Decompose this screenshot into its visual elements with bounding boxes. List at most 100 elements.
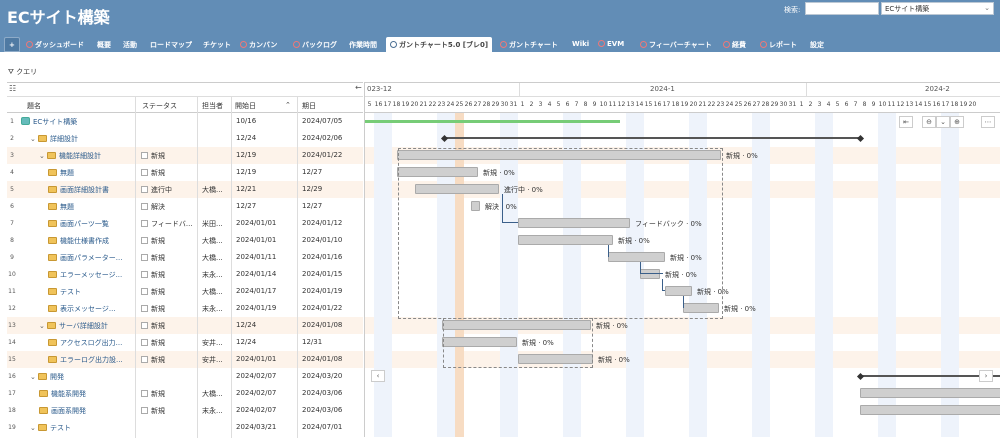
table-row[interactable]: 16 ⌄ 開発 2024/02/07 2024/03/20 (7, 368, 363, 385)
chevron-down-icon[interactable]: ⌄ (39, 322, 47, 330)
row-subject[interactable]: 無題 (48, 168, 131, 178)
tab-report[interactable]: レポート (756, 37, 801, 52)
zoom-out-icon[interactable]: ⊖ (922, 116, 936, 128)
row-subject[interactable]: ⌄ サーバ詳細設計 (39, 321, 131, 331)
tab-dashboard[interactable]: ダッシュボード (22, 37, 88, 52)
row-assignee[interactable]: 大橋... (202, 389, 230, 399)
row-subject[interactable]: エラーメッセージ... (48, 270, 131, 280)
day-label: 19 (401, 101, 410, 108)
row-subject[interactable]: 画面パラメーター... (48, 253, 131, 263)
tab-time-entries[interactable]: 作業時間 (345, 37, 381, 52)
table-row[interactable]: 2 ⌄ 詳細設計 12/24 2024/02/06 (7, 130, 363, 147)
table-row[interactable]: 7 画面パーツ一覧 フィードバ... 米田... 2024/01/01 2024/01/1… (7, 215, 363, 232)
table-row[interactable]: 4 無題 新規 12/19 12/27 (7, 164, 363, 181)
table-row[interactable]: 6 無題 解決 12/27 12/27 (7, 198, 363, 215)
row-assignee[interactable]: 安井... (202, 355, 230, 365)
tab-overview[interactable]: 概要 (93, 37, 115, 52)
row-subject[interactable]: ⌄ 機能詳細設計 (39, 151, 131, 161)
collapse-icon[interactable]: ⇤ (899, 116, 913, 128)
row-subject[interactable]: アクセスログ出力... (48, 338, 131, 348)
row-subject[interactable]: 無題 (48, 202, 131, 212)
row-subject[interactable]: ⌄ 詳細設計 (30, 134, 131, 144)
row-subject[interactable]: テスト (48, 287, 131, 297)
query-toggle[interactable]: ⛛ クエリ (8, 67, 37, 77)
task-bar[interactable] (860, 405, 1000, 415)
row-assignee[interactable]: 大橋... (202, 236, 230, 246)
tab-wiki[interactable]: Wiki (568, 37, 593, 52)
table-row[interactable]: 18 画面系開発 新規 末永... 2024/02/07 2024/03/06 (7, 402, 363, 419)
column-divider (231, 97, 232, 113)
day-label: 23 (716, 101, 725, 108)
row-subject[interactable]: ⌄ テスト (30, 423, 131, 433)
plugin-icon (500, 41, 507, 48)
row-assignee[interactable]: 末永... (202, 304, 230, 314)
row-subject[interactable]: 機能仕様書作成 (48, 236, 131, 246)
tab-backlog[interactable]: バックログ (289, 37, 341, 52)
table-row[interactable]: 8 機能仕様書作成 新規 大橋... 2024/01/01 2024/01/10 (7, 232, 363, 249)
row-subject[interactable]: 画面系開発 (39, 406, 131, 416)
tab-kanban[interactable]: カンバン (236, 37, 281, 52)
table-row[interactable]: 15 エラーログ出力設... 新規 安井... 2024/01/01 2024/01/08 (7, 351, 363, 368)
day-label: 14 (635, 101, 644, 108)
chevron-down-icon[interactable]: ⌄ (30, 424, 38, 432)
chevron-down-icon[interactable]: ⌄ (936, 116, 950, 128)
day-label: 30 (500, 101, 509, 108)
header-status[interactable]: ステータス (142, 101, 177, 111)
row-subject[interactable]: 画面詳細設計書 (48, 185, 131, 195)
tab-fever-chart[interactable]: フィーバーチャート (636, 37, 716, 52)
row-subject[interactable]: エラーログ出力設... (48, 355, 131, 365)
header-subject[interactable]: 題名 (27, 101, 41, 111)
prev-period-icon[interactable]: ← (355, 83, 362, 92)
zoom-in-icon[interactable]: ⊕ (950, 116, 964, 128)
more-icon[interactable]: ⋯ (981, 116, 995, 128)
tab-activity[interactable]: 活動 (119, 37, 141, 52)
row-assignee[interactable]: 末永... (202, 406, 230, 416)
tab-roadmap[interactable]: ロードマップ (146, 37, 196, 52)
project-select[interactable]: ECサイト構築 ⌄ (881, 2, 994, 15)
chevron-down-icon[interactable]: ⌄ (30, 373, 38, 381)
row-assignee[interactable]: 大橋... (202, 253, 230, 263)
tab-gantt[interactable]: ガントチャート (496, 37, 562, 52)
columns-icon[interactable]: ☷ (9, 84, 16, 93)
table-row[interactable]: 1 ECサイト構築 10/16 2024/07/05 (7, 113, 363, 130)
sort-asc-icon[interactable]: ⌃ (285, 101, 291, 109)
table-row[interactable]: 19 ⌄ テスト 2024/03/21 2024/07/01 (7, 419, 363, 436)
table-row[interactable]: 10 エラーメッセージ... 新規 末永... 2024/01/14 2024/01/15 (7, 266, 363, 283)
tab-gantt-5[interactable]: ガントチャート5.0 [ブレ0] (386, 37, 493, 52)
row-subject[interactable]: ECサイト構築 (21, 117, 131, 127)
app-title[interactable]: ECサイト構築 (7, 4, 110, 28)
row-subject[interactable]: ⌄ 開発 (30, 372, 131, 382)
tab-evm[interactable]: EVM (594, 37, 628, 52)
header-due-date[interactable]: 期日 (302, 101, 316, 111)
row-start-date: 12/24 (236, 321, 257, 329)
tab-expenses[interactable]: 経費 (719, 37, 750, 52)
table-row[interactable]: 5 画面詳細設計書 進行中 大橋... 12/21 12/29 (7, 181, 363, 198)
header-assignee[interactable]: 担当者 (202, 101, 223, 111)
table-row[interactable]: 3 ⌄ 機能詳細設計 新規 12/19 2024/01/22 (7, 147, 363, 164)
table-row[interactable]: 12 表示メッセージ... 新規 末永... 2024/01/19 2024/01/22 (7, 300, 363, 317)
table-row[interactable]: 9 画面パラメーター... 新規 大橋... 2024/01/11 2024/01/16 (7, 249, 363, 266)
table-row[interactable]: 11 テスト 新規 大橋... 2024/01/17 2024/01/19 (7, 283, 363, 300)
search-input[interactable] (805, 2, 879, 15)
scroll-right-icon[interactable]: › (979, 370, 993, 382)
scroll-left-icon[interactable]: ‹ (371, 370, 385, 382)
tab-issues[interactable]: チケット (199, 37, 235, 52)
row-subject[interactable]: 表示メッセージ... (48, 304, 131, 314)
row-assignee[interactable]: 大橋... (202, 185, 230, 195)
chevron-down-icon[interactable]: ⌄ (39, 152, 47, 160)
header-start-date[interactable]: 開始日 (235, 101, 256, 111)
summary-bar[interactable] (444, 137, 860, 139)
row-assignee[interactable]: 末永... (202, 270, 230, 280)
table-row[interactable]: 14 アクセスログ出力... 新規 安井... 12/24 12/31 (7, 334, 363, 351)
row-assignee[interactable]: 大橋... (202, 287, 230, 297)
row-subject[interactable]: 機能系開発 (39, 389, 131, 399)
row-subject[interactable]: 画面パーツ一覧 (48, 219, 131, 229)
table-row[interactable]: 13 ⌄ サーバ詳細設計 新規 12/24 2024/01/08 (7, 317, 363, 334)
chevron-down-icon[interactable]: ⌄ (30, 135, 38, 143)
tab-new[interactable]: + (4, 37, 20, 52)
row-assignee[interactable]: 安井... (202, 338, 230, 348)
row-assignee[interactable]: 米田... (202, 219, 230, 229)
task-bar[interactable] (860, 388, 1000, 398)
table-row[interactable]: 17 機能系開発 新規 大橋... 2024/02/07 2024/03/06 (7, 385, 363, 402)
tab-settings[interactable]: 設定 (806, 37, 828, 52)
